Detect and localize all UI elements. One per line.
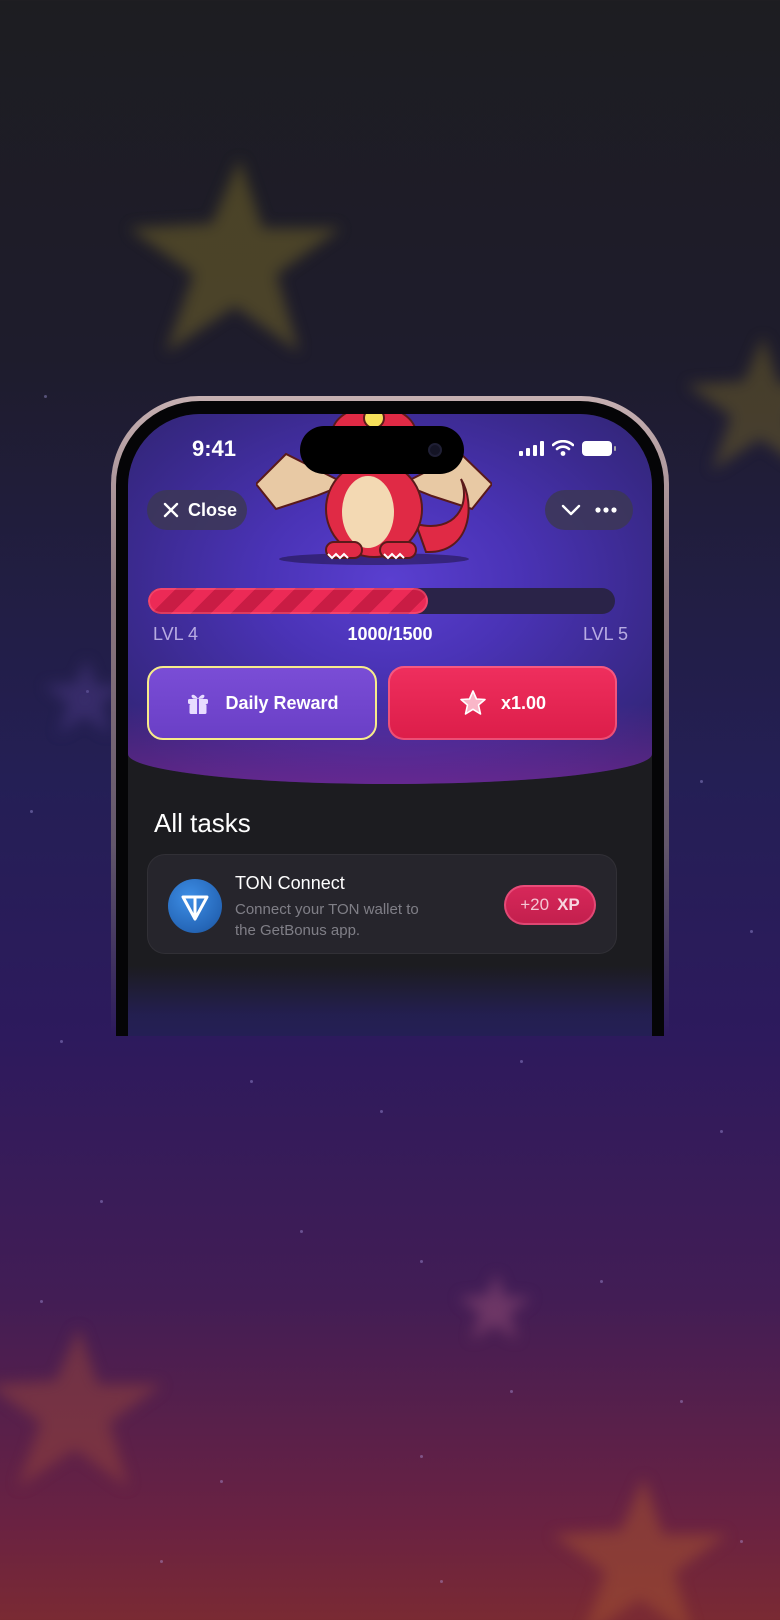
multiplier-label: x1.00 [500, 692, 547, 713]
status-icons [519, 440, 616, 456]
daily-reward-label: Daily Reward [225, 692, 339, 713]
screen-fade [128, 966, 652, 1036]
next-level-label: LVL 5 [582, 624, 628, 644]
wifi-icon [552, 440, 574, 456]
close-button[interactable]: Close [147, 490, 247, 530]
xp-progress-fill [148, 588, 429, 614]
more-icon[interactable] [595, 507, 617, 513]
status-time: 9:41 [192, 436, 237, 461]
star-icon [460, 690, 486, 715]
dynamic-island [300, 426, 464, 474]
background-star-icon [129, 159, 341, 353]
phone-bezel: 9:41 Close LVL 4 1000/1500 LVL 5 Daily R… [116, 401, 664, 1036]
camera-icon [428, 443, 442, 457]
battery-icon [582, 440, 616, 456]
daily-reward-button[interactable]: Daily Reward [147, 666, 377, 740]
signal-icon [519, 440, 544, 456]
background-star-icon [686, 336, 780, 471]
background-star-icon [0, 1327, 163, 1488]
task-description: Connect your TON wallet to the GetBonus … [235, 901, 419, 939]
menu-button[interactable] [545, 490, 633, 530]
gift-icon [188, 694, 209, 714]
xp-progress-bar [148, 588, 615, 614]
ton-icon [168, 879, 222, 933]
tasks-section-title: All tasks [154, 808, 251, 838]
reward-unit: XP [557, 895, 580, 914]
task-title: TON Connect [235, 873, 345, 893]
phone-frame: 9:41 Close LVL 4 1000/1500 LVL 5 Daily R… [111, 396, 669, 1036]
chevron-down-icon[interactable] [561, 504, 581, 516]
task-reward-badge: +20 XP [504, 885, 596, 925]
app-screen: 9:41 Close LVL 4 1000/1500 LVL 5 Daily R… [128, 414, 652, 1036]
task-card-ton-connect[interactable]: TON Connect Connect your TON wallet to t… [147, 854, 617, 954]
background-star-icon [458, 1273, 532, 1341]
multiplier-button[interactable]: x1.00 [388, 666, 617, 740]
background-star-icon [552, 1477, 728, 1620]
close-label: Close [188, 499, 238, 520]
close-icon [163, 502, 179, 518]
reward-amount: +20 [520, 895, 550, 914]
xp-counter: 1000/1500 [347, 624, 433, 644]
